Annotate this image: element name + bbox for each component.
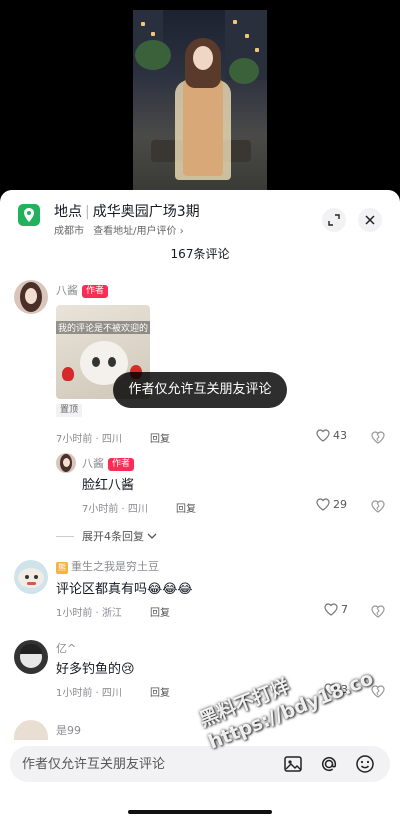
heart-icon [324,603,338,616]
reply-button[interactable]: 回复 [150,684,170,699]
expand-replies-button[interactable]: 展开4条回复 [56,528,157,544]
emoji-button[interactable] [354,753,376,775]
user-level-icon: 熊 [56,562,68,574]
reply-button[interactable]: 回复 [176,500,196,515]
mention-button[interactable] [318,753,340,775]
toast-message: 作者仅允许互关朋友评论 [113,372,287,408]
comment-meta: 7小时前 · 四川 [82,504,148,515]
like-button[interactable]: 7 [324,603,348,616]
dislike-icon [371,605,385,618]
heart-icon [316,498,330,511]
image-icon [284,756,302,772]
avatar[interactable] [14,280,48,314]
reply-text: 脸红八酱 [82,478,135,493]
reply-button[interactable]: 回复 [150,604,170,619]
comment-composer [10,746,390,782]
video-area[interactable] [0,0,400,190]
avatar[interactable] [14,720,48,740]
location-name: 成华奥园广场3期 [92,204,200,220]
video-frame[interactable] [133,10,267,190]
reply-username[interactable]: 八酱 作者 [82,455,135,471]
location-header[interactable]: 地点 | 成华奥园广场3期 成都市 查看地址/用户评价 › [18,200,388,240]
author-badge: 作者 [108,458,135,471]
chevron-right-icon: › [179,226,184,237]
avatar[interactable] [14,560,48,594]
location-title-prefix: 地点 [54,204,82,220]
comment-input[interactable] [22,746,272,782]
expand-icon [328,214,340,226]
avatar[interactable] [14,640,48,674]
reply-button[interactable]: 回复 [150,430,170,445]
dislike-button[interactable] [371,498,385,517]
emoji-icon [356,755,374,773]
expand-replies-label: 展开4条回复 [82,530,144,543]
watermark: 黑料不打烊 https://bdy18.co [196,644,377,754]
like-button[interactable]: 43 [316,429,347,442]
comment-username[interactable]: 是99 [56,722,81,738]
close-icon [365,215,375,225]
comments-sheet: 地点 | 成华奥园广场3期 成都市 查看地址/用户评价 › 167条评论 八酱 作者 … [0,190,400,820]
close-button[interactable] [358,208,382,232]
comment-username[interactable]: 熊重生之我是穷土豆 [56,558,159,574]
dislike-button[interactable] [371,429,385,448]
like-button[interactable]: 29 [316,498,347,511]
image-button[interactable] [282,753,304,775]
location-city: 成都市 [54,226,84,237]
location-pin-icon [18,204,40,226]
pinned-tag: 置顶 [56,404,83,417]
comment-meta: 1小时前 · 四川 [56,688,122,699]
heart-icon [316,429,330,442]
username-text: 八酱 [56,284,78,297]
chevron-down-icon [147,533,157,539]
dislike-button[interactable] [371,603,385,622]
location-subtitle: 成都市 查看地址/用户评价 › [54,222,184,237]
comment-text: 好多钓鱼的😢 [56,662,135,677]
comment-count: 167条评论 [170,247,230,261]
location-links[interactable]: 查看地址/用户评价 [93,226,176,237]
dislike-icon [371,500,385,513]
username-text: 八酱 [82,457,104,470]
avatar[interactable] [56,453,76,473]
dislike-icon [371,431,385,444]
home-indicator [128,810,272,814]
comment-username[interactable]: 八酱 作者 [56,282,109,298]
at-icon [321,756,337,772]
comment-username[interactable]: 亿^ [56,640,76,656]
location-title[interactable]: 地点 | 成华奥园广场3期 [54,201,200,221]
author-badge: 作者 [82,285,109,298]
expand-button[interactable] [322,208,346,232]
comment-text: 评论区都真有吗😂😂😂 [56,582,193,597]
like-count: 29 [333,498,347,511]
like-count: 7 [341,603,348,616]
meme-caption: 我的评论是不被欢迎的 [56,321,150,334]
like-count: 43 [333,429,347,442]
comment-meta: 1小时前 · 浙江 [56,608,122,619]
comment-meta: 7小时前 · 四川 [56,434,122,445]
username-text: 重生之我是穷土豆 [71,560,159,573]
